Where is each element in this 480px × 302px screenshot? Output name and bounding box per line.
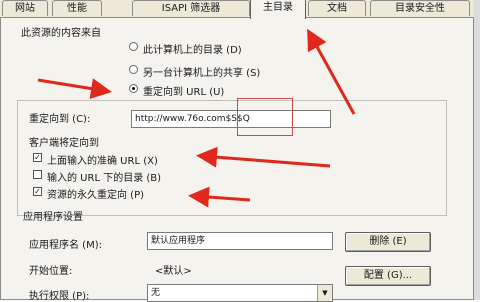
tab-home-directory[interactable]: 主目录 <box>250 0 306 19</box>
arrow-to-home-directory-tab <box>307 28 356 115</box>
annotation-overlay <box>37 28 356 208</box>
arrow-to-permanent-redirect <box>188 186 251 208</box>
arrow-to-exact-url <box>196 146 331 168</box>
arrow-to-redirect-option <box>37 78 112 99</box>
